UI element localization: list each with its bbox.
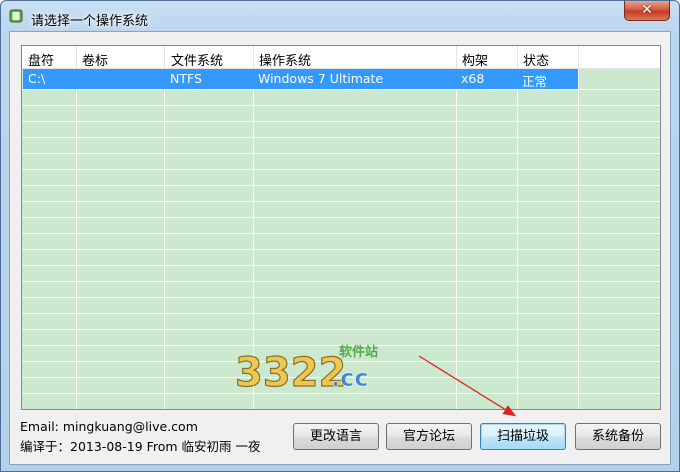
cell-arch: x68 (461, 71, 485, 86)
clean-junk-button[interactable]: 扫描垃圾 (480, 423, 566, 450)
table-row[interactable]: C:\ NTFS Windows 7 Ultimate x68 正常 (23, 69, 578, 89)
column-header-label[interactable]: 卷标 (82, 50, 108, 69)
cell-filesystem: NTFS (170, 71, 202, 86)
column-header-os[interactable]: 操作系统 (259, 50, 311, 69)
dialog-window: 请选择一个操作系统 ✕ 盘符 卷标 文件系统 操作系统 构架 状态 C:\ NT… (0, 0, 680, 472)
cell-drive: C:\ (28, 71, 46, 86)
site-watermark: 3322 .cc 软件站 (227, 334, 387, 397)
window-title: 请选择一个操作系统 (31, 14, 149, 29)
system-backup-button[interactable]: 系统备份 (575, 423, 661, 450)
compiled-info-text: 编译于：2013-08-19 From 临安初雨 一夜 (20, 439, 261, 454)
close-button[interactable]: ✕ (624, 1, 670, 21)
email-text: Email: mingkuang@live.com (20, 419, 198, 434)
cell-status: 正常 (522, 74, 548, 89)
client-area: 盘符 卷标 文件系统 操作系统 构架 状态 C:\ NTFS Windows 7… (9, 31, 671, 465)
title-bar[interactable]: 请选择一个操作系统 ✕ (1, 1, 679, 33)
change-language-button[interactable]: 更改语言 (293, 423, 379, 450)
forum-button[interactable]: 官方论坛 (386, 423, 472, 450)
close-icon: ✕ (641, 2, 653, 18)
watermark-site: 软件站 (339, 344, 378, 360)
watermark-domain: .cc (331, 364, 369, 392)
column-header-filesystem[interactable]: 文件系统 (171, 50, 223, 69)
column-header-status[interactable]: 状态 (523, 50, 549, 69)
cell-os: Windows 7 Ultimate (258, 71, 384, 86)
app-icon (9, 9, 23, 23)
column-header-arch[interactable]: 构架 (462, 50, 488, 69)
watermark-number: 3322 (235, 350, 346, 396)
column-header-drive[interactable]: 盘符 (28, 50, 54, 69)
